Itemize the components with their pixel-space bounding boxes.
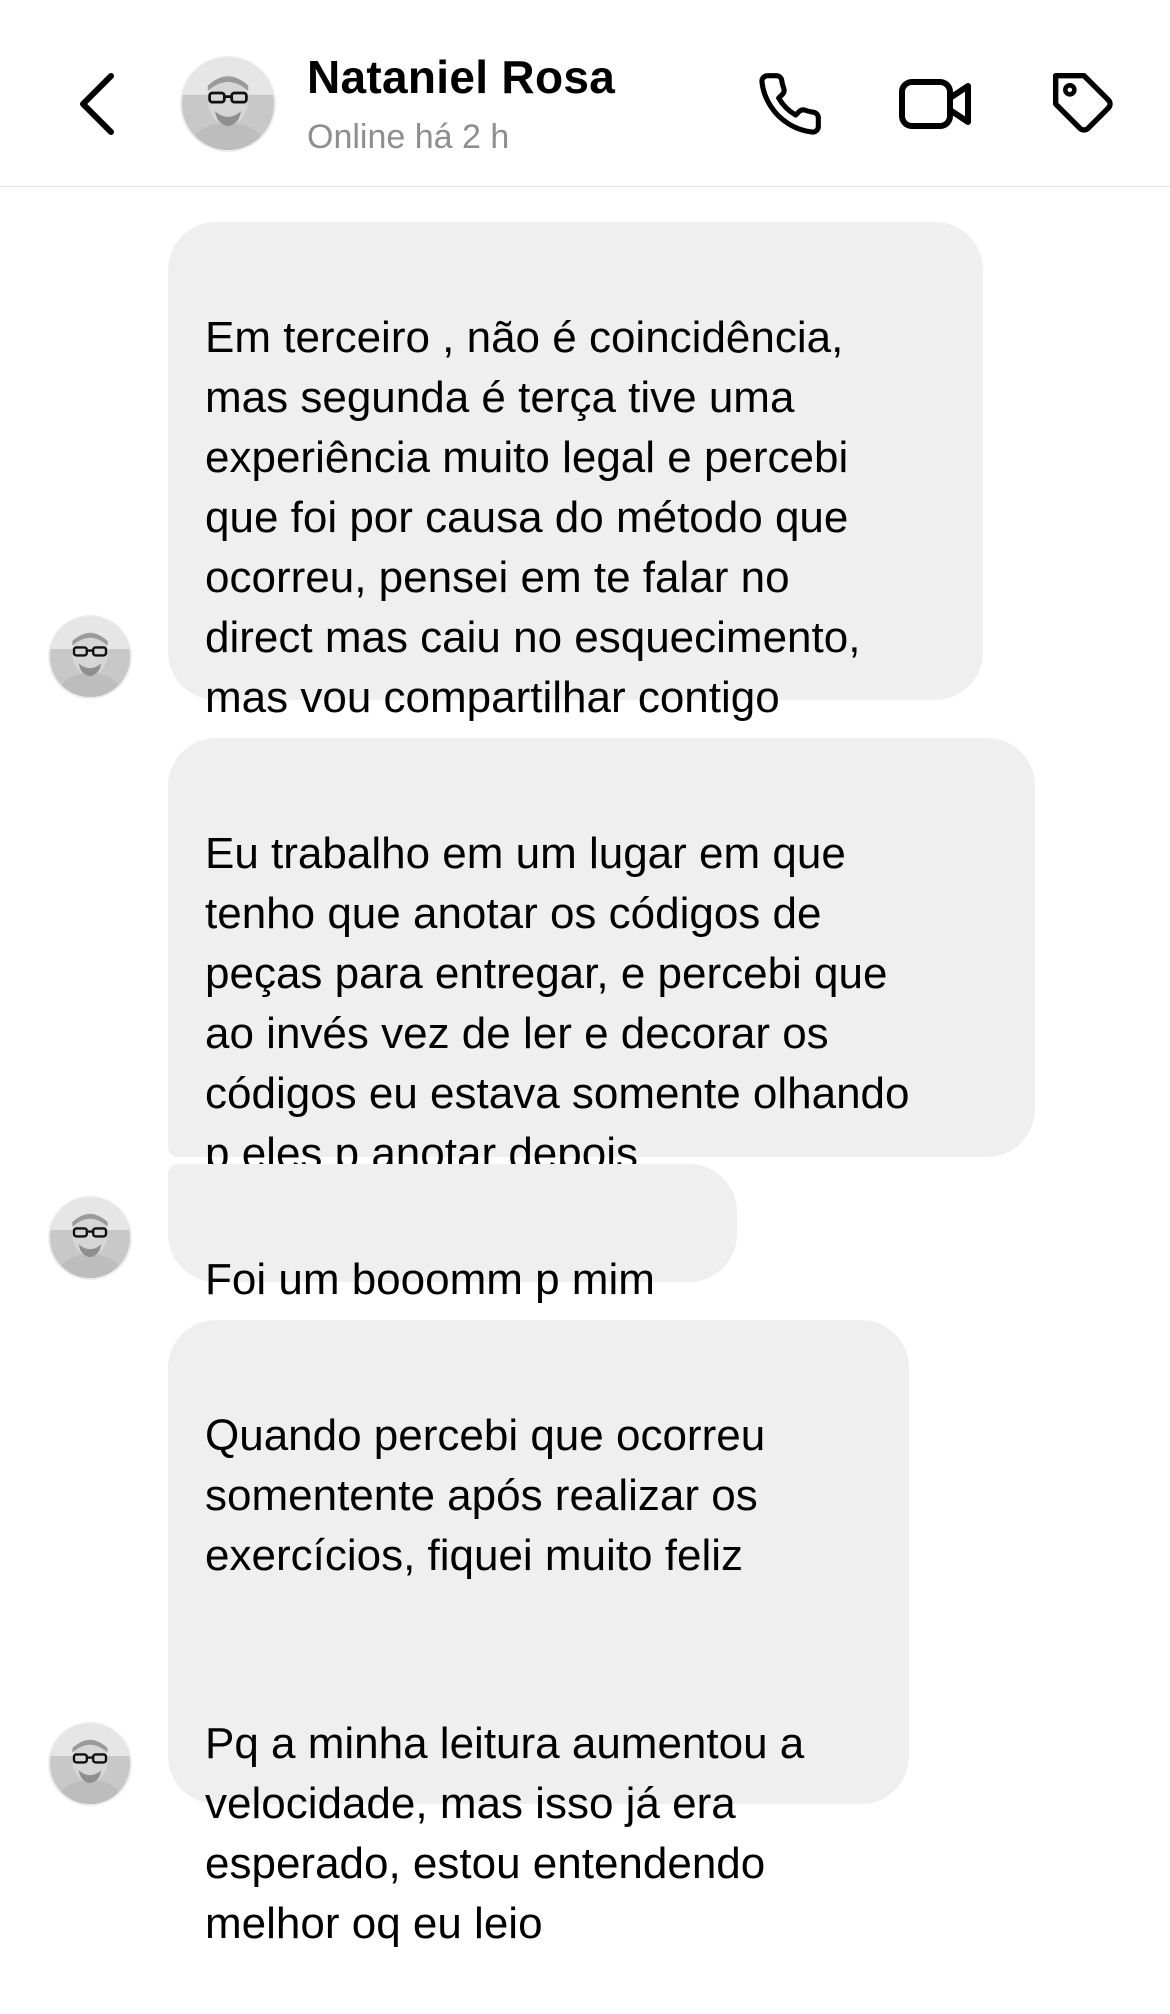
contact-name[interactable]: Nataniel Rosa [307, 50, 615, 104]
message-text: Pq a minha leitura aumentou a velocidade… [205, 1719, 805, 1948]
line-spacer [205, 1646, 873, 1654]
call-button[interactable] [752, 66, 828, 142]
message-text: Foi um booomm p mim [205, 1255, 655, 1304]
message-text: Eu trabalho em um lugar em que tenho que… [205, 829, 910, 1178]
sender-avatar[interactable] [48, 1196, 132, 1280]
contact-avatar[interactable] [180, 56, 276, 152]
avatar-image [50, 617, 130, 697]
message-text: Em terceiro , não é coincidência, mas se… [205, 313, 861, 722]
video-camera-icon [899, 79, 971, 129]
tag-icon [1052, 72, 1113, 133]
video-call-button[interactable] [898, 66, 974, 142]
online-status: Online há 2 h [307, 118, 510, 156]
phone-icon [759, 73, 821, 135]
back-button[interactable] [62, 62, 132, 146]
chevron-left-icon [80, 73, 114, 135]
message-bubble[interactable]: Quando percebi que ocorreu somentente ap… [168, 1320, 909, 1948]
avatar-image [182, 58, 274, 150]
message-bubble[interactable]: Eu trabalho em um lugar em que tenho que… [168, 738, 1035, 1178]
message-bubble[interactable]: Em terceiro , não é coincidência, mas se… [168, 222, 983, 722]
message-text: Quando percebi que ocorreu somentente ap… [205, 1411, 766, 1580]
sender-avatar[interactable] [48, 1722, 132, 1806]
avatar-image [50, 1724, 130, 1804]
message-bubble[interactable]: Foi um booomm p mim [168, 1164, 737, 1304]
sender-avatar[interactable] [48, 615, 132, 699]
tag-button[interactable] [1046, 66, 1122, 142]
chat-header: Nataniel Rosa Online há 2 h [0, 0, 1170, 187]
avatar-image [50, 1198, 130, 1278]
